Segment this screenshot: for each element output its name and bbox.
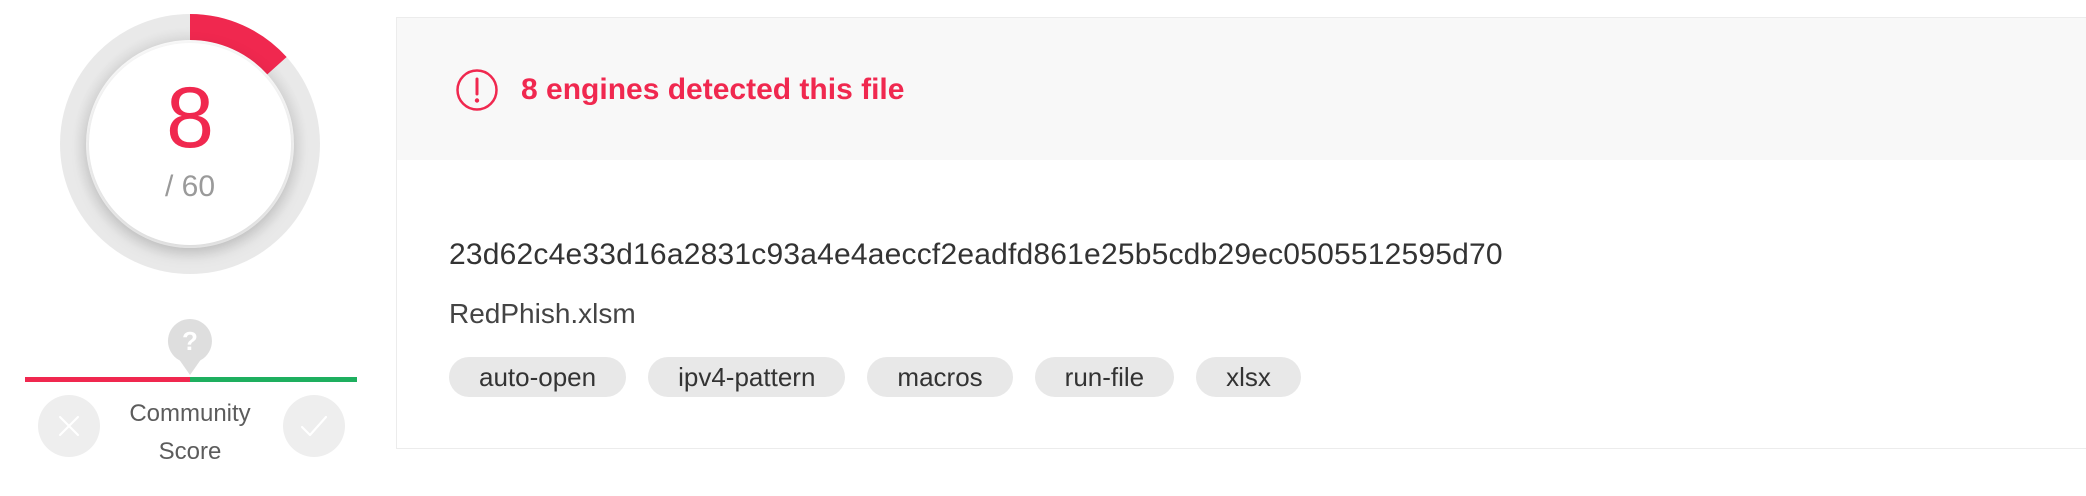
close-icon <box>58 415 80 437</box>
vote-harmless-button[interactable] <box>283 395 345 457</box>
detection-alert-banner: 8 engines detected this file <box>397 18 2086 160</box>
positives-count: 8 <box>166 70 214 166</box>
community-label-line2: Score <box>158 438 222 465</box>
tag-macros[interactable]: macros <box>867 357 1013 397</box>
file-summary-card: 8 engines detected this file 23d62c4e33d… <box>396 17 2086 449</box>
alert-text: 8 engines detected this file <box>521 73 905 106</box>
vote-malicious-button[interactable] <box>38 395 100 457</box>
community-label: Community Score <box>110 395 270 471</box>
tag-list: auto-open ipv4-pattern macros run-file x… <box>449 357 1301 397</box>
tag-auto-open[interactable]: auto-open <box>449 357 627 397</box>
community-score: ? Community Score <box>0 315 380 485</box>
tag-xlsx[interactable]: xlsx <box>1196 357 1301 397</box>
file-hash[interactable]: 23d62c4e33d16a2831c93a4e4aeccf2eadfd861e… <box>449 238 1503 272</box>
file-name: RedPhish.xlsm <box>449 298 636 329</box>
marker-glyph: ? <box>182 326 198 356</box>
community-bar-negative <box>25 377 190 382</box>
community-marker-icon: ? <box>167 319 212 375</box>
community-label-line1: Community <box>129 400 251 427</box>
exclamation-circle-icon <box>456 69 498 111</box>
check-icon <box>300 415 328 437</box>
tag-run-file[interactable]: run-file <box>1034 357 1175 397</box>
tag-ipv4-pattern[interactable]: ipv4-pattern <box>648 357 846 397</box>
community-bar-positive <box>190 377 357 382</box>
total-engines: / 60 <box>164 170 216 203</box>
